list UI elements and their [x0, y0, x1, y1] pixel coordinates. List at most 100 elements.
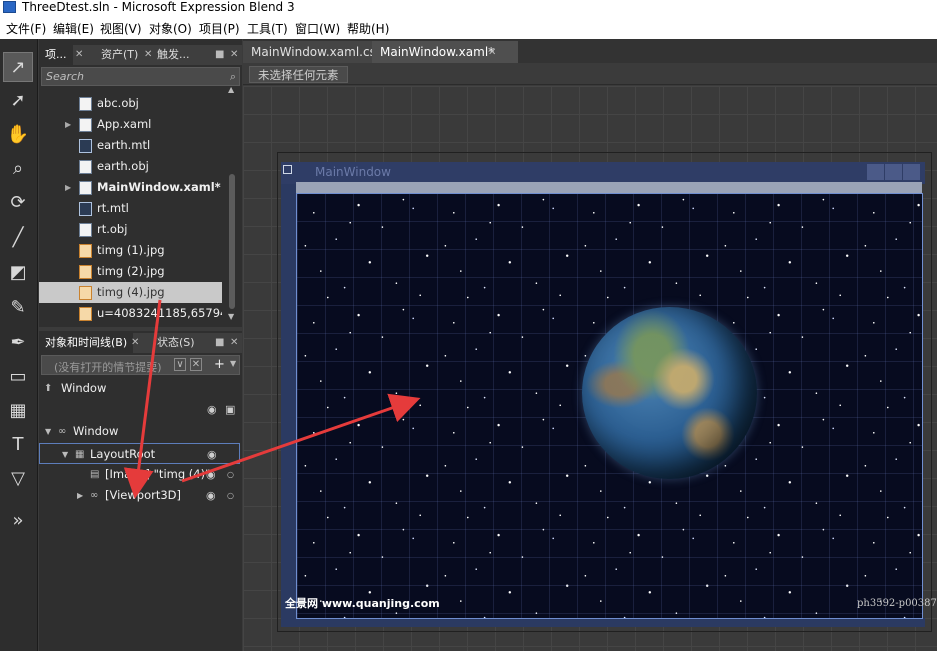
pen-icon[interactable]: ✒: [3, 327, 33, 357]
menu-help[interactable]: 帮助(H): [347, 20, 389, 37]
expand-arrow-icon[interactable]: ▶: [65, 177, 71, 198]
brush-icon[interactable]: ✎: [3, 292, 33, 322]
close-icon[interactable]: ✕: [75, 49, 83, 60]
more-icon[interactable]: »: [3, 505, 33, 535]
grid-icon[interactable]: ▦: [3, 395, 33, 425]
zoom-icon[interactable]: ⌕: [3, 153, 33, 183]
tab-project[interactable]: 项...: [39, 45, 73, 65]
window-icon: [283, 165, 292, 174]
eyedropper-icon[interactable]: ╱: [3, 222, 33, 252]
menu-file[interactable]: 文件(F): [6, 20, 46, 37]
document-tabs: MainWindow.xaml.cs MainWindow.xaml* ✕: [243, 39, 937, 63]
image-file-icon: [79, 244, 92, 258]
watermark-left: 全景网 www.quanjing.com: [285, 597, 440, 610]
visibility-eye-icon[interactable]: ◉: [207, 403, 217, 416]
menu-project[interactable]: 项目(P): [199, 20, 240, 37]
object-tree-row[interactable]: ▼ ∞ Window: [39, 421, 240, 442]
tab-assets[interactable]: 资产(T): [95, 45, 144, 65]
scope-up-icon[interactable]: ⬆: [44, 378, 52, 399]
expand-arrow-icon[interactable]: ▼: [62, 444, 68, 465]
selection-icon[interactable]: ↗: [3, 52, 33, 82]
minimize-icon: [867, 164, 884, 180]
material-file-icon: [79, 202, 92, 216]
project-item[interactable]: timg (1).jpg: [39, 240, 222, 261]
tab-states[interactable]: 状态(S): [151, 333, 201, 353]
visibility-eye-icon[interactable]: ◉: [206, 485, 216, 506]
window-client-top: [296, 182, 922, 193]
object-tree-row[interactable]: ▶ ∞ [Viewport3D] ◉ ○: [39, 485, 240, 506]
close-icon[interactable]: ✕: [131, 337, 139, 348]
image-file-icon: [79, 307, 92, 321]
pin-icon[interactable]: ■: [215, 49, 224, 60]
project-scrollbar[interactable]: ▲ ▼: [226, 85, 238, 324]
tab-triggers[interactable]: 触发...: [151, 45, 196, 65]
project-item[interactable]: rt.obj: [39, 219, 222, 240]
scroll-down-icon[interactable]: ▼: [228, 312, 234, 321]
project-item[interactable]: timg (2).jpg: [39, 261, 222, 282]
pan-icon[interactable]: ✋: [3, 119, 33, 149]
image-file-icon: [79, 286, 92, 300]
close-icon[interactable]: ✕: [488, 47, 496, 58]
project-item[interactable]: abc.obj: [39, 93, 222, 114]
objects-panel-tabs: 对象和时间线(B) ✕ 状态(S) ■ ✕: [39, 333, 242, 353]
storyboard-picker[interactable]: (没有打开的情节提要) ∨ ✕ + ▼: [41, 355, 240, 375]
rectangle-icon[interactable]: ▭: [3, 361, 33, 391]
tab-mainwindow-cs[interactable]: MainWindow.xaml.cs: [243, 41, 384, 63]
storyboard-label: (没有打开的情节提要): [54, 361, 162, 374]
expand-arrow-icon[interactable]: ▶: [77, 485, 83, 506]
project-item[interactable]: timg (4).jpg: [39, 282, 222, 303]
menu-edit[interactable]: 编辑(E): [53, 20, 94, 37]
project-item[interactable]: ▶ App.xaml: [39, 114, 222, 135]
object-tree-row[interactable]: ▼ ▦ LayoutRoot ◉: [39, 443, 240, 464]
search-icon[interactable]: ⌕: [230, 70, 236, 84]
scope-root[interactable]: ⬆ Window: [39, 378, 240, 399]
window-title: ThreeDtest.sln - Microsoft Expression Bl…: [22, 0, 295, 14]
scrollbar-thumb[interactable]: [229, 174, 235, 309]
visibility-eye-icon[interactable]: ◉: [206, 464, 216, 485]
selection-bounds: [296, 193, 923, 619]
xaml-file-icon: [79, 97, 92, 111]
blend-app-icon: [3, 1, 16, 13]
close-storyboard-icon[interactable]: ✕: [190, 358, 202, 371]
xaml-file-icon: [79, 181, 92, 195]
expand-arrow-icon[interactable]: ▶: [65, 114, 71, 135]
close-icon[interactable]: ✕: [230, 49, 238, 60]
menu-object[interactable]: 对象(O): [149, 20, 192, 37]
tab-objects-timeline[interactable]: 对象和时间线(B): [39, 333, 134, 353]
breadcrumb-bar: 未选择任何元素: [243, 63, 937, 85]
camera-orbit-icon[interactable]: ⟳: [3, 187, 33, 217]
maximize-icon: [885, 164, 902, 180]
asset-icon[interactable]: ▽: [3, 463, 33, 493]
viewport3d-icon: ∞: [90, 490, 99, 501]
storyboard-menu-icon[interactable]: ∨: [174, 358, 186, 371]
add-storyboard-icon[interactable]: +: [214, 357, 225, 372]
project-item[interactable]: earth.mtl: [39, 135, 222, 156]
object-tree-row[interactable]: ▤ [Image] "timg (4)" ◉ ○: [39, 464, 240, 485]
menu-view[interactable]: 视图(V): [100, 20, 142, 37]
project-item[interactable]: u=4083241185,6579460: [39, 303, 222, 324]
menu-window[interactable]: 窗口(W): [295, 20, 340, 37]
pin-icon[interactable]: ■: [215, 337, 224, 348]
window-bottom-border: [281, 618, 925, 627]
breadcrumb[interactable]: 未选择任何元素: [249, 66, 348, 83]
lock-dot-icon[interactable]: ○: [227, 485, 234, 506]
text-icon[interactable]: T: [3, 429, 33, 459]
project-item[interactable]: ▶ MainWindow.xaml*: [39, 177, 222, 198]
menu-tools[interactable]: 工具(T): [247, 20, 288, 37]
scroll-up-icon[interactable]: ▲: [228, 85, 234, 94]
project-item[interactable]: rt.mtl: [39, 198, 222, 219]
chevron-down-icon[interactable]: ▼: [230, 359, 236, 368]
xaml-file-icon: [79, 118, 92, 132]
grid-icon: ▦: [75, 449, 85, 460]
project-search-input[interactable]: Search ⌕: [41, 67, 240, 86]
expand-arrow-icon[interactable]: ▼: [45, 421, 51, 442]
close-icon[interactable]: ✕: [230, 337, 238, 348]
direct-selection-icon[interactable]: ➚: [3, 85, 33, 115]
lock-icon[interactable]: ▣: [225, 403, 235, 416]
lock-dot-icon[interactable]: ○: [227, 464, 234, 485]
paint-bucket-icon[interactable]: ◩: [3, 257, 33, 287]
project-item[interactable]: earth.obj: [39, 156, 222, 177]
material-file-icon: [79, 139, 92, 153]
visibility-eye-icon[interactable]: ◉: [207, 444, 217, 465]
close-icon: [903, 164, 920, 180]
